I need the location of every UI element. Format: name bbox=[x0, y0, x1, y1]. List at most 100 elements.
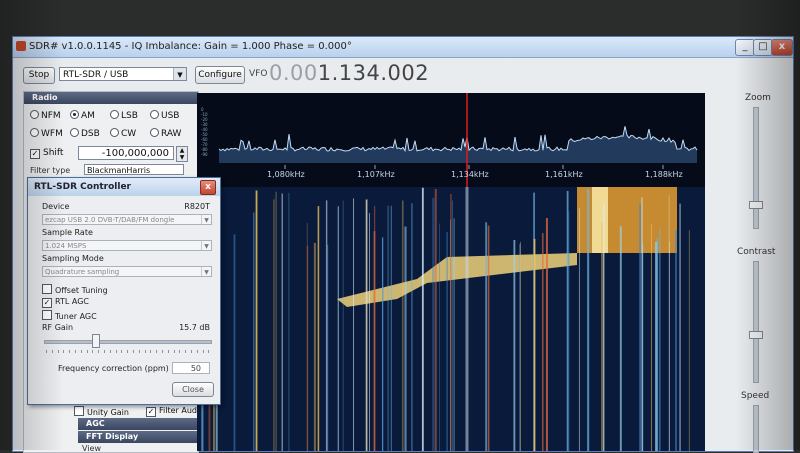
fft-display-panel-title: FFT Display bbox=[86, 432, 139, 441]
mode-radio-dsb[interactable]: DSB bbox=[70, 128, 100, 139]
vfo-leading-digits: 0.00 bbox=[269, 61, 318, 85]
mode-radio-am[interactable]: AM bbox=[70, 110, 95, 121]
stop-button[interactable]: Stop bbox=[23, 67, 55, 84]
toolbar: Stop RTL-SDR / USB ▼ Configure VFO 0.001… bbox=[13, 59, 793, 89]
filter-type-label: Filter type bbox=[30, 166, 71, 175]
radio-dot-icon bbox=[70, 128, 79, 137]
mode-radio-label: LSB bbox=[121, 111, 138, 121]
frequency-correction-input[interactable]: 50 bbox=[172, 362, 210, 374]
rf-gain-tick bbox=[57, 350, 59, 353]
offset-tuning-check-icon bbox=[42, 284, 52, 294]
chevron-down-icon: ▼ bbox=[201, 215, 211, 224]
device-select[interactable]: RTL-SDR / USB ▼ bbox=[59, 67, 187, 81]
shift-checkbox[interactable]: ✓ Shift bbox=[30, 148, 63, 159]
rf-gain-value: 15.7 dB bbox=[179, 323, 210, 332]
mode-radio-label: AM bbox=[81, 111, 95, 121]
shift-label: Shift bbox=[43, 148, 64, 158]
radio-dot-icon bbox=[110, 110, 119, 119]
spectrum-plot: 0-10-20-30-40-50-60-70-80-90 1,080kHz 1,1… bbox=[201, 93, 698, 187]
view-label: View bbox=[82, 444, 101, 453]
contrast-slider-thumb[interactable] bbox=[749, 331, 763, 339]
mode-radio-label: CW bbox=[121, 129, 137, 139]
spectrum-frequency-label: 1,080kHz bbox=[267, 170, 305, 179]
rf-gain-tick bbox=[92, 350, 94, 353]
rf-gain-tick bbox=[86, 350, 88, 353]
vfo-frequency-display[interactable]: 0.001.134.002 bbox=[269, 61, 429, 85]
device-dropdown[interactable]: ezcap USB 2.0 DVB-T/DAB/FM dongle ▼ bbox=[42, 214, 212, 225]
rf-gain-tick bbox=[196, 350, 198, 353]
maximize-button[interactable]: □ bbox=[753, 39, 773, 56]
close-button[interactable]: x bbox=[771, 39, 793, 56]
sample-rate-label: Sample Rate bbox=[42, 228, 93, 237]
radio-panel-header[interactable]: Radio bbox=[24, 92, 198, 104]
rf-gain-tick bbox=[51, 350, 53, 353]
rf-gain-tick bbox=[104, 350, 105, 353]
rf-gain-slider-track[interactable] bbox=[44, 340, 212, 344]
tuner-agc-checkbox[interactable]: Tuner AGC bbox=[42, 310, 97, 321]
chevron-down-icon: ▼ bbox=[173, 68, 186, 80]
radio-dot-icon bbox=[30, 110, 39, 119]
rtl-agc-checkbox[interactable]: ✓ RTL AGC bbox=[42, 297, 89, 308]
sample-rate-value: 1.024 MSPS bbox=[45, 242, 87, 250]
mode-radio-nfm[interactable]: NFM bbox=[30, 110, 61, 121]
spectrum-frequency-label: 1,107kHz bbox=[357, 170, 395, 179]
controller-title-bar[interactable]: RTL-SDR Controller x bbox=[28, 178, 220, 196]
spectrum-analyzer[interactable]: 0 -10 -20 -30 -40 -50 -60 -70 -80 -90 1,080kHz 1,1… bbox=[197, 93, 705, 187]
rf-gain-tick bbox=[173, 350, 175, 353]
controller-close-icon[interactable]: x bbox=[200, 180, 216, 195]
offset-tuning-checkbox[interactable]: Offset Tuning bbox=[42, 284, 108, 295]
rf-gain-tick bbox=[115, 350, 117, 353]
speed-label: Speed bbox=[741, 391, 770, 401]
rf-gain-tick bbox=[202, 350, 204, 353]
fft-display-panel-header[interactable]: FFT Display bbox=[78, 431, 198, 443]
rf-gain-tick bbox=[80, 350, 82, 353]
waterfall-display[interactable] bbox=[197, 187, 705, 451]
controller-title: RTL-SDR Controller bbox=[34, 182, 131, 192]
contrast-slider-track[interactable] bbox=[753, 261, 759, 383]
contrast-label: Contrast bbox=[737, 247, 776, 257]
zoom-slider-track[interactable] bbox=[753, 107, 759, 229]
filter-type-select[interactable]: BlackmanHarris bbox=[84, 164, 184, 175]
chevron-down-icon: ▼ bbox=[201, 241, 211, 250]
shift-spinner[interactable]: ▲ ▼ bbox=[176, 146, 188, 162]
spectrum-frequency-label: 1,188kHz bbox=[645, 170, 683, 179]
mode-radio-lsb[interactable]: LSB bbox=[110, 110, 138, 121]
sample-rate-dropdown[interactable]: 1.024 MSPS ▼ bbox=[42, 240, 212, 251]
rf-gain-tick bbox=[127, 350, 129, 353]
spectrum-frequency-label: 1,161kHz bbox=[545, 170, 583, 179]
zoom-label: Zoom bbox=[745, 93, 771, 103]
rf-gain-tick bbox=[179, 350, 181, 353]
minimize-button[interactable]: _ bbox=[735, 39, 755, 56]
sampling-mode-dropdown[interactable]: Quadrature sampling ▼ bbox=[42, 266, 212, 277]
shift-value: -100,000,000 bbox=[101, 148, 169, 159]
filter-type-value: BlackmanHarris bbox=[87, 166, 151, 175]
zoom-slider-thumb[interactable] bbox=[749, 201, 763, 209]
rf-gain-tick bbox=[63, 350, 65, 353]
filter-audio-checkbox[interactable]: ✓ Filter Audio bbox=[146, 406, 204, 417]
agc-panel-header[interactable]: AGC bbox=[78, 418, 198, 430]
rf-gain-tick bbox=[150, 350, 152, 353]
rf-gain-slider-thumb[interactable] bbox=[92, 334, 100, 348]
mode-radio-raw[interactable]: RAW bbox=[150, 128, 181, 139]
rf-gain-tick bbox=[162, 350, 163, 353]
rf-gain-tick bbox=[46, 350, 47, 353]
rf-gain-tick bbox=[167, 350, 169, 353]
waterfall-plot bbox=[197, 187, 705, 451]
rf-gain-tick bbox=[208, 350, 210, 353]
mode-radio-wfm[interactable]: WFM bbox=[30, 128, 63, 139]
speed-slider-track[interactable] bbox=[753, 405, 759, 453]
rf-gain-tick bbox=[75, 350, 76, 353]
radio-dot-icon bbox=[150, 110, 159, 119]
spectrum-db-label: -90 bbox=[201, 152, 208, 157]
configure-button[interactable]: Configure bbox=[195, 66, 245, 84]
rf-gain-tick bbox=[133, 350, 134, 353]
device-dropdown-value: ezcap USB 2.0 DVB-T/DAB/FM dongle bbox=[45, 216, 175, 224]
radio-dot-icon bbox=[30, 128, 39, 137]
mode-radio-cw[interactable]: CW bbox=[110, 128, 136, 139]
agc-panel-title: AGC bbox=[86, 419, 105, 428]
shift-frequency-input[interactable]: -100,000,000 bbox=[78, 146, 174, 160]
title-bar[interactable]: SDR# v1.0.0.1145 - IQ Imbalance: Gain = … bbox=[13, 37, 793, 58]
mode-radio-usb[interactable]: USB bbox=[150, 110, 179, 121]
unity-gain-checkbox[interactable]: Unity Gain bbox=[74, 406, 129, 417]
controller-close-button[interactable]: Close bbox=[172, 382, 214, 397]
